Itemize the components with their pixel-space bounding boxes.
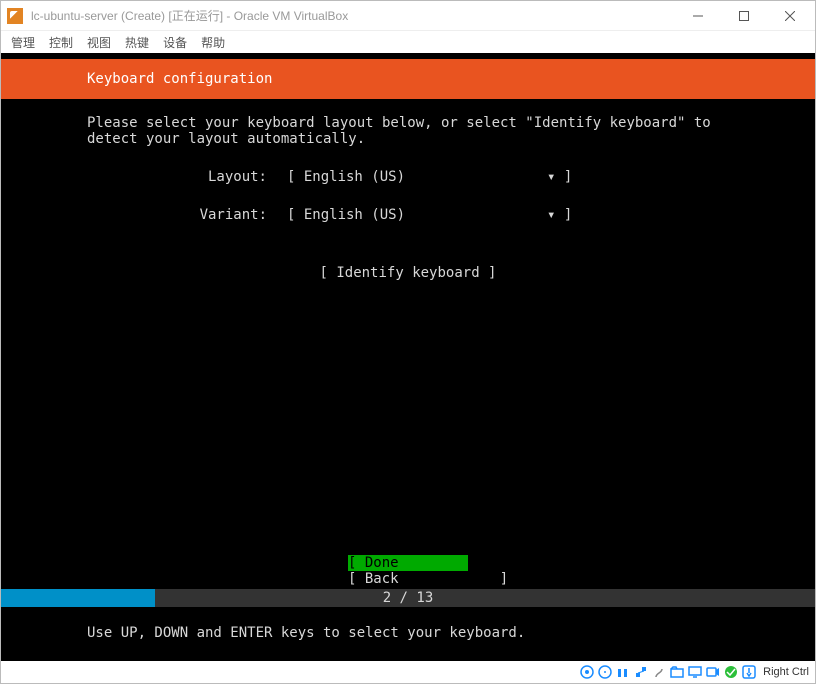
layout-select[interactable]: [ English (US) ▾ ] [287, 169, 563, 185]
menu-control[interactable]: 控制 [49, 34, 73, 51]
installer-header-title: Keyboard configuration [87, 71, 272, 87]
menu-view[interactable]: 视图 [87, 34, 111, 51]
close-button[interactable] [767, 1, 813, 31]
guest-additions-icon[interactable] [723, 665, 738, 680]
app-icon [7, 8, 23, 24]
variant-select-value: [ English (US) [287, 207, 547, 223]
virtualbox-window: lc-ubuntu-server (Create) [正在运行] - Oracl… [0, 0, 816, 684]
mouse-integration-icon[interactable] [741, 665, 756, 680]
back-button[interactable]: [ Back ] [348, 571, 468, 587]
progress-bar: 2 / 13 [1, 589, 815, 607]
variant-select[interactable]: [ English (US) ▾ ] [287, 207, 563, 223]
variant-label: Variant: [87, 207, 287, 223]
done-row: [ Done ] [1, 555, 815, 571]
bottom-block: [ Done ] [ Back ] 2 / 13 Use UP, DOWN an… [1, 555, 815, 661]
identify-row: [ Identify keyboard ] [1, 265, 815, 281]
instructions-line1: Please select your keyboard layout below… [87, 115, 805, 131]
variant-row: Variant: [ English (US) ▾ ] [1, 185, 815, 223]
host-key-indicator: Right Ctrl [763, 666, 809, 678]
layout-label: Layout: [87, 169, 287, 185]
vm-display[interactable]: Keyboard configuration Please select you… [1, 53, 815, 661]
identify-keyboard-button[interactable]: [ Identify keyboard ] [319, 265, 496, 281]
layout-row: Layout: [ English (US) ▾ ] [1, 147, 815, 185]
layout-select-value: [ English (US) [287, 169, 547, 185]
network-icon[interactable] [633, 665, 648, 680]
hint-row: Use UP, DOWN and ENTER keys to select yo… [1, 607, 815, 661]
recording-icon[interactable] [705, 665, 720, 680]
usb-icon[interactable] [651, 665, 666, 680]
audio-icon[interactable] [615, 665, 630, 680]
hint-text: Use UP, DOWN and ENTER keys to select yo… [87, 625, 525, 641]
maximize-button[interactable] [721, 1, 767, 31]
menubar: 管理 控制 视图 热键 设备 帮助 [1, 31, 815, 53]
optical-icon[interactable] [597, 665, 612, 680]
instructions-line2: detect your layout automatically. [87, 131, 805, 147]
disk-icon[interactable] [579, 665, 594, 680]
window-controls [675, 1, 813, 31]
done-button[interactable]: [ Done ] [348, 555, 468, 571]
shared-folder-icon[interactable] [669, 665, 684, 680]
minimize-button[interactable] [675, 1, 721, 31]
menu-manage[interactable]: 管理 [11, 34, 35, 51]
statusbar: Right Ctrl [1, 661, 815, 683]
chevron-down-icon: ▾ ] [547, 169, 563, 185]
menu-device[interactable]: 设备 [163, 34, 187, 51]
progress-text: 2 / 13 [1, 589, 815, 607]
installer-header: Keyboard configuration [1, 59, 815, 99]
display-icon[interactable] [687, 665, 702, 680]
window-title: lc-ubuntu-server (Create) [正在运行] - Oracl… [31, 7, 675, 24]
chevron-down-icon: ▾ ] [547, 207, 563, 223]
menu-help[interactable]: 帮助 [201, 34, 225, 51]
back-row: [ Back ] [1, 571, 815, 587]
instructions: Please select your keyboard layout below… [1, 99, 815, 147]
menu-hotkey[interactable]: 热键 [125, 34, 149, 51]
titlebar: lc-ubuntu-server (Create) [正在运行] - Oracl… [1, 1, 815, 31]
